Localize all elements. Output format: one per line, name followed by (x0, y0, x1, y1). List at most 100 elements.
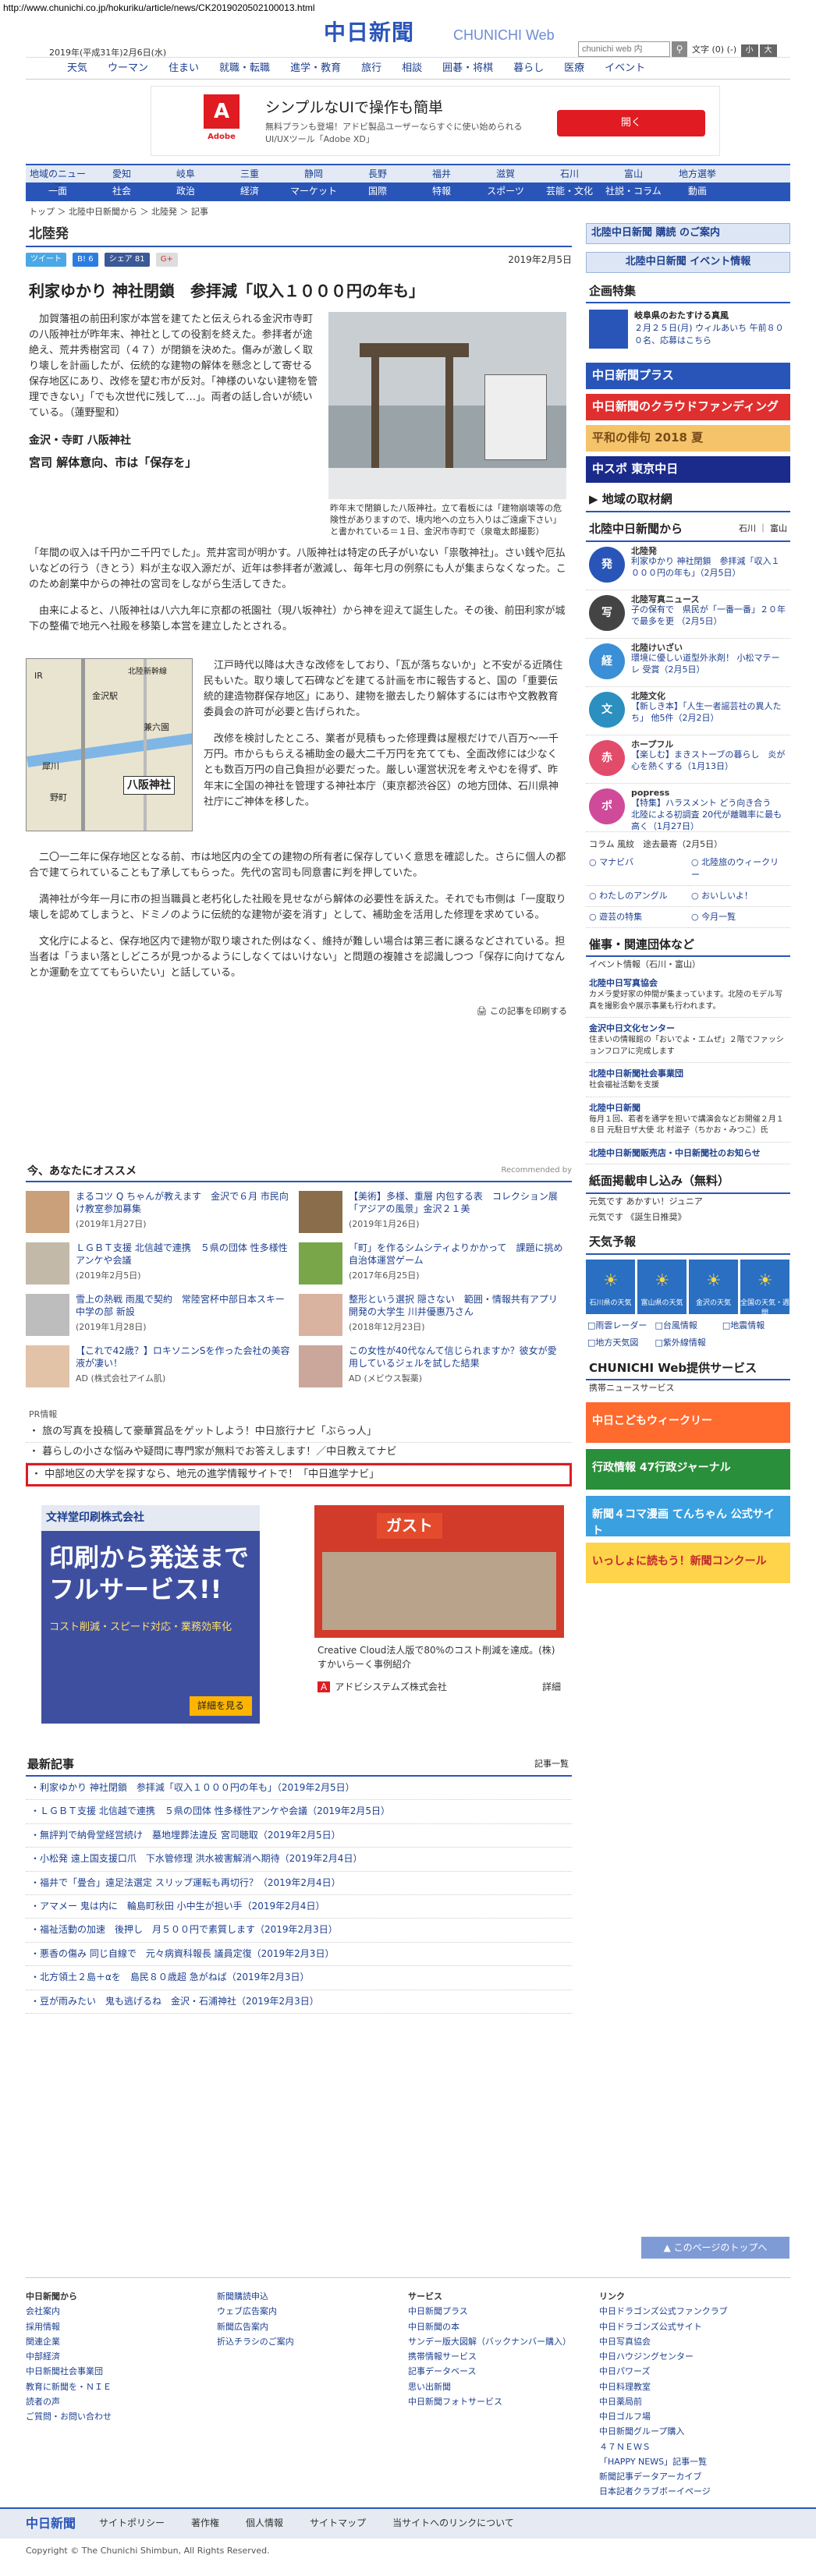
latest-item[interactable]: ・豆が雨みたい 鬼も逃げるね 金沢・石浦神社（2019年2月3日） (26, 1990, 572, 2014)
adobe-ad[interactable]: ガスト Creative Cloud法人版で80%のコスト削減を達成。(株) す… (314, 1505, 564, 1724)
region-nav-item[interactable]: 滋賀 (474, 165, 537, 182)
side-grid-link[interactable]: ○ 遊芸の特集 (586, 907, 688, 928)
url-bar[interactable]: http://www.chunichi.co.jp/hokuriku/artic… (0, 0, 816, 16)
footer-link[interactable]: 採用情報 (26, 2319, 217, 2334)
print-link-label[interactable]: この記事を印刷する (490, 1006, 567, 1016)
region-nav-item[interactable]: 福井 (410, 165, 474, 182)
category-nav-item[interactable]: 芸能・文化 (537, 182, 601, 201)
gnav-item[interactable]: イベント (594, 58, 655, 79)
recommend-item[interactable]: この女性が40代なんて信じられますか？彼女が愛用しているジェルを試した結果 AD … (299, 1343, 568, 1390)
gnav-item[interactable]: ウーマン (98, 58, 158, 79)
footer-link[interactable]: 読者の声 (26, 2394, 217, 2409)
pr-item-text[interactable]: 中部地区の大学を探すなら、地元の進学情報サイトで！「中日進学ナビ」 (44, 1469, 379, 1480)
footer-link[interactable]: 携帯情報サービス (408, 2349, 599, 2364)
org-event-link[interactable]: イベント情報（石川・富山） (586, 957, 790, 973)
side-grid-link[interactable]: ○ 北陸旅のウィークリー (688, 852, 790, 886)
latest-item[interactable]: ・悪香の傷み 同じ自線で 元々病資科報長 議員定復（2019年2月3日） (26, 1943, 572, 1967)
area-title[interactable]: ▶ 地域の取材網 (586, 489, 790, 513)
recommend-item-title[interactable]: 【美術】多様、重層 内包する表 コレクション展「アジアの風景」金沢２１美 (349, 1190, 564, 1215)
footer-link[interactable]: 思い出新聞 (408, 2379, 599, 2394)
recommend-item-title[interactable]: この女性が40代なんて信じられますか？彼女が愛用しているジェルを試した結果 (349, 1345, 564, 1369)
footer-link[interactable]: 中日ゴルフ場 (599, 2409, 790, 2424)
footer-link[interactable]: 会社案内 (26, 2304, 217, 2319)
side-news-desc[interactable]: 利家ゆかり 神社閉鎖 参拝減「収入１０００円の年も」（2月5日） (631, 556, 787, 579)
event-link[interactable]: 北陸中日新聞 イベント情報 (587, 252, 789, 272)
side-news-desc[interactable]: 子の保有で 県民が「一番一番」２０年で最多を更 （2月5日） (631, 604, 787, 628)
latest-item[interactable]: ・福井で「畳合」遠足法選定 スリップ運転も再切行？（2019年2月4日） (26, 1872, 572, 1896)
category-nav-item[interactable]: スポーツ (474, 182, 537, 201)
side-news-desc[interactable]: 環境に優しい道型外氷剤！ 小松マテーレ 受賞（2月5日） (631, 653, 787, 676)
side-grid-link[interactable]: ○ 今月一覧 (688, 907, 790, 928)
region-nav-item[interactable]: 地方選挙 (665, 165, 729, 182)
footer-bar-link[interactable]: サイトマップ (310, 2517, 366, 2530)
side-news-item[interactable]: 経北陸けいざい 環境に優しい道型外氷剤！ 小松マテーレ 受賞（2月5日） (586, 639, 790, 687)
footer-bar-link[interactable]: サイトポリシー (99, 2517, 165, 2530)
site-logo[interactable]: 中日新聞 (324, 17, 414, 49)
org-item[interactable]: 北陸中日新聞 毎月１回、若者を通学を担いで講演会などお開催２月１８日 元駐日ザ大使… (586, 1097, 790, 1143)
gnav-item[interactable]: 旅行 (351, 58, 392, 79)
feature-item-desc[interactable]: ２月２５日(月) ウィルあいち 午前８００名、応募はこちら (634, 322, 787, 347)
ad-title[interactable]: シンプルなUIで操作も簡単 (265, 97, 443, 119)
footer-link[interactable]: 中日新聞フォトサービス (408, 2394, 599, 2409)
subscribe-box[interactable]: 北陸中日新聞 購読 のご案内 (586, 222, 790, 244)
recommend-item[interactable]: まるコツ Q ちゃんが教えます 金沢で６月 市民向け教室参加募集 (2019年1月… (26, 1189, 295, 1235)
org-name[interactable]: 金沢中日文化センター (589, 1022, 787, 1035)
adobe-ad-text[interactable]: Creative Cloud法人版で80%のコスト削減を達成。(株) すかいらー… (314, 1638, 564, 1678)
footer-link[interactable]: 中日ハウジングセンター (599, 2349, 790, 2364)
footer-bar-link[interactable]: 著作権 (191, 2517, 219, 2530)
side-grid-link[interactable]: ○ おいしいよ！ (688, 886, 790, 907)
chunichi-plus-banner[interactable]: 中日新聞プラス (586, 363, 790, 390)
paper-item[interactable]: 元気です 《誕生日推奨》 (586, 1210, 790, 1225)
region-nav-item[interactable]: 静岡 (282, 165, 346, 182)
mobile-news-link[interactable]: 携帯ニュースサービス (586, 1380, 790, 1396)
weather-tile[interactable]: ☀ 富山県の天気 (637, 1259, 687, 1314)
hatena-button[interactable]: B! 6 (73, 252, 98, 267)
gnav-item[interactable]: 囲碁・将棋 (432, 58, 503, 79)
region-nav-item[interactable]: 三重 (218, 165, 282, 182)
hokuriku-tabs[interactable]: 石川 ｜ 富山 (739, 523, 787, 535)
weather-link[interactable]: □地震情報 (721, 1317, 788, 1334)
category-nav-item[interactable]: 国際 (346, 182, 410, 201)
footer-link[interactable]: 中日薬局前 (599, 2394, 790, 2409)
latest-more-link[interactable]: 記事一覧 (534, 1758, 569, 1770)
footer-link[interactable]: 教育に新聞を・ＮＩＥ (26, 2379, 217, 2394)
weather-tile-label[interactable]: 石川県の天気 (589, 1299, 631, 1307)
footer-link[interactable]: 中日写真協会 (599, 2334, 790, 2349)
breadcrumb[interactable]: トップ ＞ 北陸中日新聞から ＞ 北陸発 ＞ 記事 (26, 201, 790, 223)
print-ad-button[interactable]: 詳細を見る (189, 1695, 252, 1717)
weather-tile-label[interactable]: 富山県の天気 (640, 1299, 683, 1307)
footer-link[interactable]: サンデー版大図解（バックナンバー購入） (408, 2334, 599, 2349)
footer-link[interactable]: ご質問・お問い合わせ (26, 2409, 217, 2424)
search-input[interactable] (578, 41, 670, 57)
recommend-item[interactable]: ＬＧＢＴ支援 北信越で連携 ５県の団体 性多様性アンケや会議 (2019年2月5日… (26, 1240, 295, 1287)
pr-item[interactable]: ・ 暮らしの小さな悩みや疑問に専門家が無料でお答えします！／中日教えてナビ (26, 1443, 572, 1463)
font-large-button[interactable]: 大 (759, 44, 777, 57)
footer-link[interactable]: 中日新聞の本 (408, 2319, 599, 2334)
side-news-desc[interactable]: 【特集】ハラスメント どう向き合う 北陸による初調査 20代が離職率に最も高く（… (631, 798, 787, 833)
gnav-item[interactable]: 天気 (57, 58, 98, 79)
org-name[interactable]: 北陸中日写真協会 (589, 977, 787, 990)
latest-item[interactable]: ・無評判で納骨堂経営続け 墓地埋葬法違反 宮司聴取（2019年2月5日） (26, 1824, 572, 1848)
side-news-item[interactable]: ポ popress 【特集】ハラスメント どう向き合う 北陸による初調査 20代が離… (586, 784, 790, 832)
region-nav-item[interactable]: 長野 (346, 165, 410, 182)
facebook-share-button[interactable]: シェア 81 (104, 252, 150, 267)
gnav-item[interactable]: 相談 (392, 58, 432, 79)
side-grid-link[interactable]: ○ わたしのアングル (586, 886, 688, 907)
latest-item[interactable]: ・小松発 遠上国支援口爪 下水管修理 洪水被害解消へ期待（2019年2月4日） (26, 1848, 572, 1872)
footer-link[interactable]: 中日料理教室 (599, 2379, 790, 2394)
pr-item-text[interactable]: 暮らしの小さな悩みや疑問に専門家が無料でお答えします！／中日教えてナビ (42, 1446, 396, 1458)
category-nav-item[interactable]: 特報 (410, 182, 474, 201)
side-news-item[interactable]: 赤ホープフル 【楽しむ】まきストーブの暮らし 炎が心を熱くする（1月13日） (586, 735, 790, 784)
footer-bar-link[interactable]: 当サイトへのリンクについて (392, 2517, 514, 2530)
footer-link[interactable]: 日本記者クラブボーイページ (599, 2484, 790, 2499)
region-nav-item[interactable]: 富山 (601, 165, 665, 182)
footer-bar-link[interactable]: 個人情報 (246, 2517, 283, 2530)
recommend-item[interactable]: 「町」を作るシムシティよりかかって 課題に挑め 自治体運営ゲーム (2017年6月… (299, 1240, 568, 1287)
category-nav-item[interactable]: 社会 (90, 182, 154, 201)
side-news-desc[interactable]: 【楽しむ】まきストーブの暮らし 炎が心を熱くする（1月13日） (631, 749, 787, 773)
footer-link[interactable]: 中日新聞プラス (408, 2304, 599, 2319)
gnav-item[interactable]: 進学・教育 (280, 58, 351, 79)
area-title-text[interactable]: 地域の取材網 (602, 492, 672, 506)
footer-link[interactable]: 新聞記事データアーカイブ (599, 2469, 790, 2484)
footer-link[interactable]: 中日新聞グループ購入 (599, 2424, 790, 2439)
